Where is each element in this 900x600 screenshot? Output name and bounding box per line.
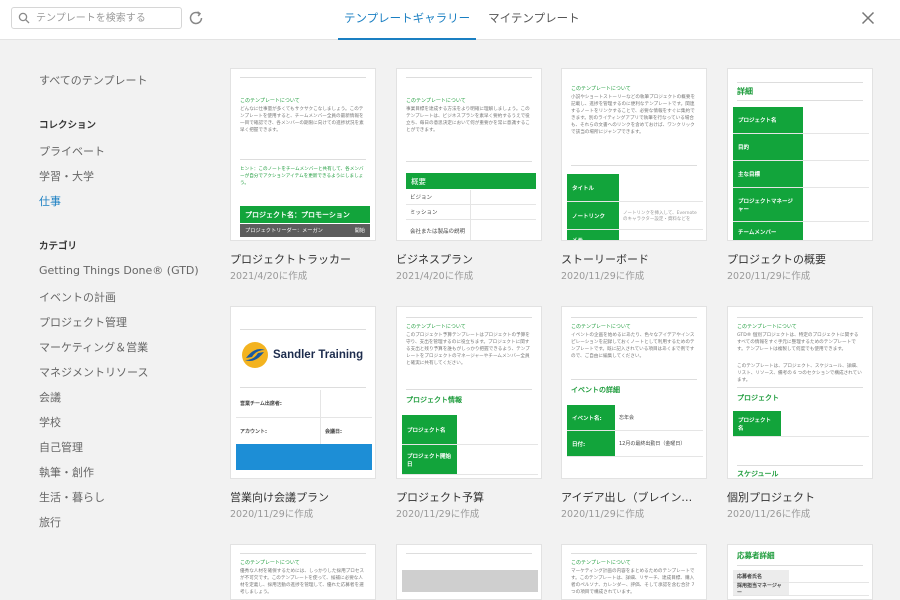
close-icon[interactable] [860,10,876,26]
template-thumbnail[interactable] [396,544,542,600]
thumb-blue-banner [236,444,372,470]
template-thumbnail[interactable]: このテンプレートについて 優秀な人材を確保するためには、しっかりした採用プロセス… [230,544,376,600]
collections-heading: コレクション [39,120,97,131]
thumb-table: イベント名: 忘年会 日付: 12月の最終出勤日（金曜日） [567,405,703,457]
template-thumbnail[interactable]: Sandler Training 営業チーム出席者: アカウント: 会議日: [230,306,376,479]
template-thumbnail[interactable]: このテンプレートについて 事業目標を達成する方法をより明確に理解しましょう。この… [396,68,542,241]
search-icon [18,12,30,24]
thumb-label: このテンプレートについて [571,560,631,566]
sidebar: すべてのテンプレート コレクション プライベート 学習・大学 仕事 カテゴリ G… [0,41,200,600]
thumb-text-2: このテンプレートは、プロジェクト、スケジュール、詳細、リスト、リソース、備考の … [737,364,862,383]
template-thumbnail[interactable]: このテンプレートについて このプロジェクト予算テンプレートはプロジェクトの予算を… [396,306,542,479]
card-date: 2020/11/29に作成 [727,271,811,282]
template-thumbnail[interactable]: このテンプレートについて どんなに仕事量が多くてもサクサクこなしましょう。このテ… [230,68,376,241]
thumb-section-header: 詳細 [737,87,753,96]
sidebar-item-event-planning[interactable]: イベントの計画 [39,289,116,305]
thumb-label: このテンプレートについて [240,98,300,104]
template-thumbnail[interactable]: 応募者詳細 応募者氏名 採用担当マネージャー [727,544,873,600]
template-thumbnail[interactable]: このテンプレートについて イベントの企画を始めるにあたり、色々なアイデアやインス… [561,306,707,479]
sidebar-item-travel[interactable]: 旅行 [39,514,61,530]
card-title: 個別プロジェクト [727,491,815,504]
thumb-label: このテンプレートについて [406,324,466,330]
template-thumbnail[interactable]: このテンプレートについて 小説やショートストーリーなどの執筆プロジェクトの概要を… [561,68,707,241]
thumb-placeholder-image [402,570,538,592]
thumb-hint: ヒント：このノートをチームメンバーと共有して、各メンバーが自分でアクションアイテ… [240,167,364,186]
thumb-section-header: プロジェクト [737,394,779,402]
sidebar-item-lifestyle[interactable]: 生活・暮らし [39,489,105,505]
sidebar-item-work[interactable]: 仕事 [39,193,61,209]
thumb-table: プロジェクト名 [733,411,869,437]
thumb-leader-row: プロジェクトリーダー：メーガン 開始 [240,224,370,237]
card-title: アイデア出し（ブレインストーミング） [561,491,703,504]
search-input[interactable] [36,8,176,28]
thumb-table: 応募者氏名 採用担当マネージャー [733,570,869,596]
card-title: ビジネスプラン [396,253,473,266]
thumb-text: 優秀な人材を確保するためには、しっかりした採用プロセスが不可欠です。このテンプレ… [240,569,365,595]
sidebar-item-marketing[interactable]: マーケティング＆営業 [39,339,148,355]
card-date: 2020/11/29に作成 [561,271,645,282]
thumb-table: 営業チーム出席者: アカウント: 会議日: [236,390,372,446]
thumb-section-header: 概要 [406,173,536,189]
thumb-label: このテンプレートについて [737,324,797,330]
thumb-section-header: プロジェクト情報 [406,396,462,404]
thumb-table: ビジョン ミッション 会社または製品の説明 [406,190,536,240]
thumb-text: どんなに仕事量が多くてもサクサクこなしましょう。このテンプレートを使用すると、チ… [240,107,364,133]
card-date: 2021/4/20に作成 [230,271,308,282]
thumb-table: タイトル ノートリンク ノートリンクを挿入して、Evernote のキャラクター設… [567,174,703,240]
card-date: 2020/11/29に作成 [396,509,480,520]
thumb-logo: Sandler Training [240,340,363,370]
thumb-text: イベントの企画を始めるにあたり、色々なアイデアやインスピレーションを記録しておく… [571,333,695,359]
sandler-logo-icon [242,342,268,368]
thumb-label: このテンプレートについて [240,560,300,566]
sidebar-item-gtd[interactable]: Getting Things Done® (GTD) [39,264,199,277]
card-date: 2021/4/20に作成 [396,271,474,282]
sidebar-item-meetings[interactable]: 会議 [39,389,61,405]
refresh-icon[interactable] [187,9,205,27]
sidebar-item-project-management[interactable]: プロジェクト管理 [39,314,127,330]
sidebar-item-study[interactable]: 学習・大学 [39,168,94,184]
sidebar-item-all-templates[interactable]: すべてのテンプレート [39,72,147,88]
sidebar-item-management[interactable]: マネジメントリソース [39,364,148,380]
thumb-text: 事業目標を達成する方法をより明確に理解しましょう。このテンプレートは、ビジネスプ… [406,107,530,133]
thumb-table: プロジェクト名 目的 主な目標 プロジェクトマネージャー チームメンバー [733,107,869,240]
thumb-text: このプロジェクト予算テンプレートはプロジェクトの予算を守り、支出を管理するのに役… [406,333,530,366]
thumb-text: GTD® 個別プロジェクトは、特定のプロジェクトに関するすべての情報をすぐ手元に… [737,333,859,352]
thumb-text: マーケティング計画の内容をまとめるためのテンプレートです。このテンプレートは、詳… [571,569,695,595]
categories-heading: カテゴリ [39,241,78,252]
card-date: 2020/11/29に作成 [561,509,645,520]
card-title: プロジェクト予算 [396,491,484,504]
thumb-section-header-2: スケジュール [737,470,779,478]
sidebar-item-writing[interactable]: 執筆・創作 [39,464,94,480]
gallery-tabs: テンプレートギャラリー マイテンプレート [338,0,592,40]
card-date: 2020/11/26に作成 [727,509,811,520]
thumb-label: このテンプレートについて [571,324,631,330]
card-title: 営業向け会議プラン [230,491,329,504]
sidebar-item-private[interactable]: プライベート [39,143,105,159]
thumb-text: 小説やショートストーリーなどの執筆プロジェクトの概要を記載し、進捗を管理するのに… [571,95,696,135]
sidebar-item-self-management[interactable]: 自己管理 [39,439,83,455]
top-bar: テンプレートギャラリー マイテンプレート [0,0,900,40]
tab-template-gallery[interactable]: テンプレートギャラリー [338,0,477,40]
card-title: プロジェクトトラッカー [230,253,351,266]
search-box[interactable] [11,7,182,29]
card-title: ストーリーボード [561,253,649,266]
tab-my-templates[interactable]: マイテンプレート [482,0,585,40]
sidebar-item-school[interactable]: 学校 [39,414,61,430]
thumb-banner: プロジェクト名：プロモーション [240,206,370,223]
template-thumbnail[interactable]: このテンプレートについて GTD® 個別プロジェクトは、特定のプロジェクトに関す… [727,306,873,479]
template-thumbnail[interactable]: このテンプレートについて マーケティング計画の内容をまとめるためのテンプレートで… [561,544,707,600]
thumb-section-header: 応募者詳細 [737,551,775,560]
thumb-table: プロジェクト名 プロジェクト開始日 [402,415,538,475]
thumb-section-header: イベントの詳細 [571,386,620,394]
card-title: プロジェクトの概要 [727,253,826,266]
thumb-label: このテンプレートについて [406,98,466,104]
template-thumbnail[interactable]: 詳細 プロジェクト名 目的 主な目標 プロジェクトマネージャー チームメンバー [727,68,873,241]
thumb-label: このテンプレートについて [571,86,631,92]
card-date: 2020/11/29に作成 [230,509,314,520]
